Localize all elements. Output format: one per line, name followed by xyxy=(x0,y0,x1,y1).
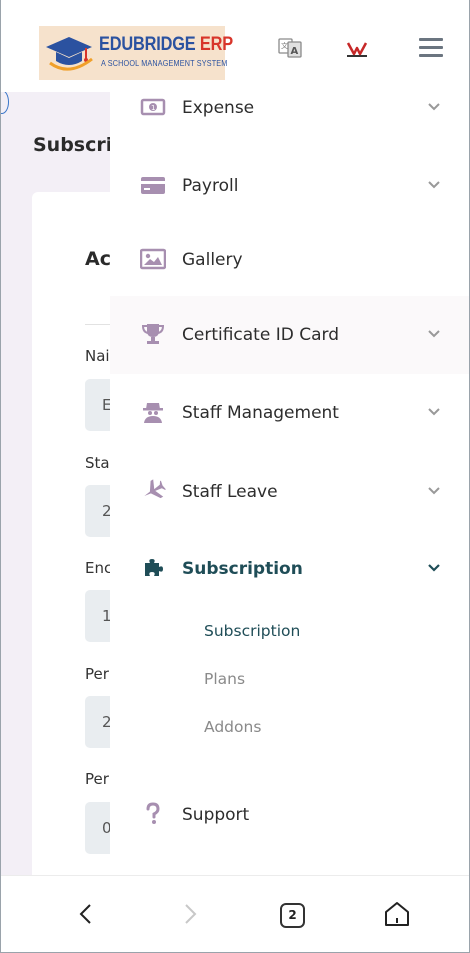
money-bill-icon: 1 xyxy=(140,98,166,116)
forward-arrow-icon[interactable] xyxy=(179,901,201,927)
page-title: Subscri xyxy=(33,134,113,156)
app-logo[interactable]: EDUBRIDGE ERP A SCHOOL MANAGEMENT SYSTEM xyxy=(39,26,233,80)
app-frame: Subscri Ac Nai E Sta 2 Enc 1 Per 2 Per 0… xyxy=(0,0,470,953)
sidebar-item-staff-leave[interactable]: Staff Leave xyxy=(110,470,469,514)
plane-icon xyxy=(144,479,166,499)
sidebar-menu: 1 Expense Payroll Gallery Certificate ID… xyxy=(110,92,469,875)
back-arrow-icon[interactable] xyxy=(75,901,97,927)
field-label-end: Enc xyxy=(85,559,113,577)
field-label-period-2: Per xyxy=(85,770,109,788)
sidebar-item-label: Staff Leave xyxy=(182,482,278,502)
sidebar-item-gallery[interactable]: Gallery xyxy=(110,238,469,282)
graduation-cap-icon xyxy=(46,37,93,71)
bottom-browser-bar: 2 xyxy=(1,875,469,952)
logo-subtitle: A SCHOOL MANAGEMENT SYSTEM xyxy=(101,58,228,68)
chevron-down-icon xyxy=(428,487,440,495)
credit-card-icon xyxy=(141,177,165,194)
user-secret-icon xyxy=(143,403,163,423)
edge-circle-icon xyxy=(1,90,9,114)
chevron-down-icon xyxy=(428,330,440,338)
sidebar-item-label: Gallery xyxy=(182,250,243,270)
logo-title: EDUBRIDGE ERP xyxy=(99,34,233,55)
home-icon[interactable] xyxy=(383,900,411,928)
field-label-start: Sta xyxy=(85,454,110,472)
sidebar-item-label: Staff Management xyxy=(182,403,339,423)
sidebar-item-payroll[interactable]: Payroll xyxy=(110,164,469,208)
brand-logo-icon[interactable] xyxy=(344,40,370,60)
chevron-down-icon xyxy=(428,181,440,189)
trophy-icon xyxy=(141,324,165,344)
sidebar-item-expense[interactable]: 1 Expense xyxy=(110,86,469,130)
field-label-period: Per xyxy=(85,665,109,683)
submenu-item-addons[interactable]: Addons xyxy=(204,718,261,736)
svg-text:A: A xyxy=(291,46,299,57)
submenu-item-plans[interactable]: Plans xyxy=(204,670,245,688)
chevron-down-icon xyxy=(428,564,440,572)
svg-text:1: 1 xyxy=(151,104,155,112)
sidebar-item-label: Certificate ID Card xyxy=(182,325,339,345)
chevron-down-icon xyxy=(428,408,440,416)
sidebar-item-label: Expense xyxy=(182,98,255,118)
chevron-down-icon xyxy=(428,103,440,111)
field-label-name: Nai xyxy=(85,347,110,365)
question-icon xyxy=(146,802,160,824)
sidebar-item-support[interactable]: Support xyxy=(110,793,469,837)
card-heading: Ac xyxy=(85,248,111,270)
sidebar-item-staff-management[interactable]: Staff Management xyxy=(110,391,469,435)
sidebar-item-subscription[interactable]: Subscription xyxy=(110,547,469,591)
hamburger-menu-icon[interactable] xyxy=(419,38,443,58)
translate-icon[interactable]: A 文 xyxy=(278,36,302,60)
top-header: EDUBRIDGE ERP A SCHOOL MANAGEMENT SYSTEM… xyxy=(1,0,469,92)
tabs-icon[interactable]: 2 xyxy=(280,903,305,928)
sidebar-item-certificate-id-card[interactable]: Certificate ID Card xyxy=(110,313,469,357)
puzzle-piece-icon xyxy=(145,559,163,576)
submenu-item-subscription[interactable]: Subscription xyxy=(204,622,300,640)
sidebar-item-label: Payroll xyxy=(182,176,239,196)
sidebar-item-label: Subscription xyxy=(182,559,303,579)
image-icon xyxy=(140,248,166,270)
svg-text:文: 文 xyxy=(281,41,288,50)
sidebar-item-label: Support xyxy=(182,805,250,825)
